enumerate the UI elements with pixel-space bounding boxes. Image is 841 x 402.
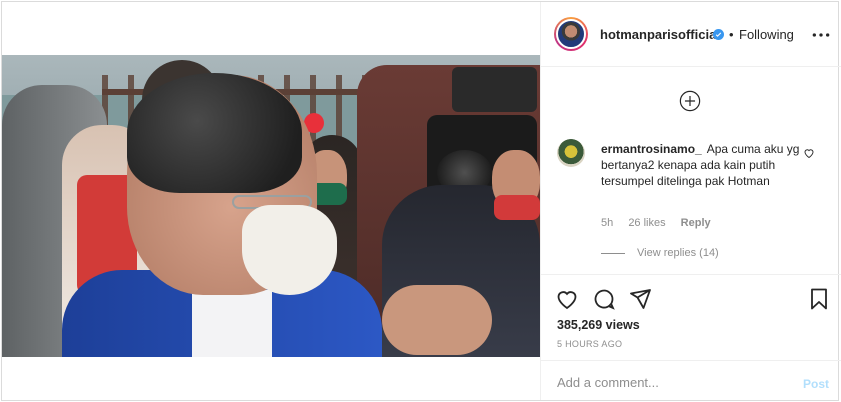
replies-divider-line bbox=[601, 252, 625, 254]
comment-icon[interactable] bbox=[592, 287, 616, 311]
profile-avatar-ring[interactable] bbox=[554, 17, 588, 51]
comment-time: 5h bbox=[601, 217, 614, 229]
video-frame-woman-right-mask bbox=[494, 195, 540, 220]
heart-icon[interactable] bbox=[555, 287, 579, 311]
comment-body: ermantrosinamo_ Apa cuma aku yg bertanya2… bbox=[601, 141, 801, 189]
commenter-username[interactable]: ermantrosinamo_ bbox=[601, 142, 702, 156]
comment-meta: 5h 26 likes Reply bbox=[601, 217, 723, 229]
view-count[interactable]: 385,269 views bbox=[557, 318, 640, 332]
post-header: hotmanparisofficial • Following bbox=[541, 2, 841, 67]
avatar[interactable] bbox=[556, 19, 586, 49]
view-replies-label: View replies (14) bbox=[637, 247, 719, 259]
post-media bbox=[2, 2, 540, 400]
paper-plane-icon[interactable] bbox=[628, 287, 652, 311]
post-timestamp[interactable]: 5 HOURS AGO bbox=[557, 339, 622, 349]
video-frame-hand bbox=[382, 285, 492, 355]
bookmark-icon[interactable] bbox=[807, 287, 831, 311]
instagram-post: hotmanparisofficial • Following ermantro… bbox=[1, 1, 841, 401]
video-frame-hair bbox=[127, 73, 302, 193]
post-actions: 385,269 views 5 HOURS AGO bbox=[541, 274, 841, 356]
post-comment-button[interactable]: Post bbox=[803, 377, 829, 391]
view-replies-button[interactable]: View replies (14) bbox=[601, 247, 719, 259]
video-frame-white-shirt bbox=[192, 290, 272, 357]
ellipsis-icon[interactable] bbox=[811, 27, 831, 43]
comment-composer: Post bbox=[541, 360, 841, 400]
plus-circle-icon[interactable] bbox=[679, 90, 701, 112]
video-frame-face-mask bbox=[242, 205, 337, 295]
add-comment-input[interactable] bbox=[557, 370, 787, 394]
following-button[interactable]: Following bbox=[739, 27, 794, 42]
post-side-panel: hotmanparisofficial • Following ermantro… bbox=[540, 2, 841, 400]
header-separator: • bbox=[729, 27, 734, 42]
reply-button[interactable]: Reply bbox=[681, 217, 711, 229]
username-link[interactable]: hotmanparisofficial bbox=[600, 27, 720, 42]
comment-like-heart-icon[interactable] bbox=[803, 147, 815, 159]
video-frame-phone bbox=[452, 67, 537, 112]
verified-badge-icon bbox=[713, 29, 724, 40]
comment-likes[interactable]: 26 likes bbox=[628, 217, 665, 229]
post-video[interactable] bbox=[2, 55, 540, 357]
commenter-avatar[interactable] bbox=[557, 139, 585, 167]
